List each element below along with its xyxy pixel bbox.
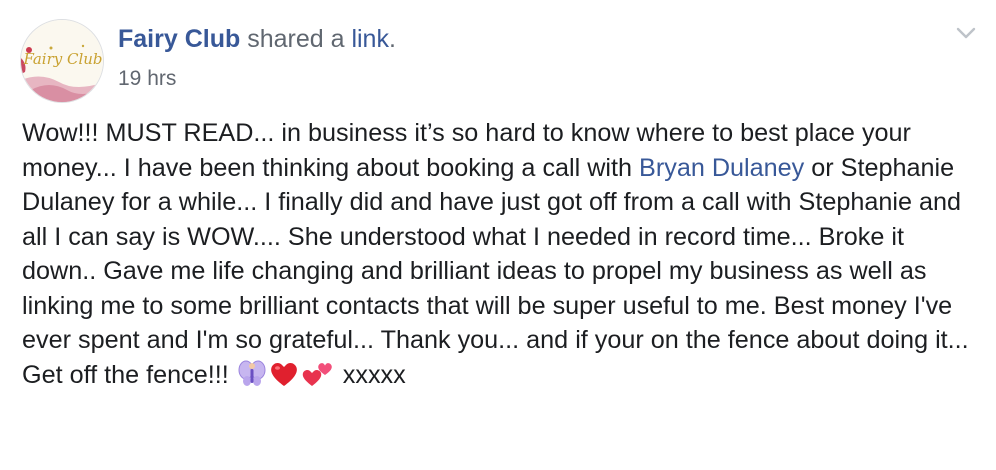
facebook-post: Fairy Club Fairy Club shared a link. 19 … [0, 0, 996, 470]
two-hearts-emoji [301, 359, 335, 399]
header-period: . [388, 25, 396, 53]
shared-link[interactable]: link [351, 25, 389, 53]
svg-text:Fairy Club: Fairy Club [22, 50, 102, 68]
shared-text: shared a [247, 25, 345, 53]
page-avatar[interactable]: Fairy Club [20, 19, 104, 103]
page-name-link[interactable]: Fairy Club [118, 25, 240, 53]
fairy-club-logo: Fairy Club [21, 20, 103, 102]
mention-bryan-dulaney[interactable]: Bryan Dulaney [639, 154, 804, 182]
post-body-text: Wow!!! MUST READ... in business it’s so … [22, 116, 982, 398]
red-heart-emoji [269, 359, 299, 399]
post-header: Fairy Club shared a link. [118, 22, 396, 56]
post-timestamp[interactable]: 19 hrs [118, 64, 176, 94]
fairy-emoji [237, 359, 267, 399]
body-segment-2: or Stephanie Dulaney for a while... I fi… [22, 153, 969, 389]
chevron-down-icon[interactable] [955, 25, 977, 41]
signoff-text: xxxxx [342, 360, 406, 389]
